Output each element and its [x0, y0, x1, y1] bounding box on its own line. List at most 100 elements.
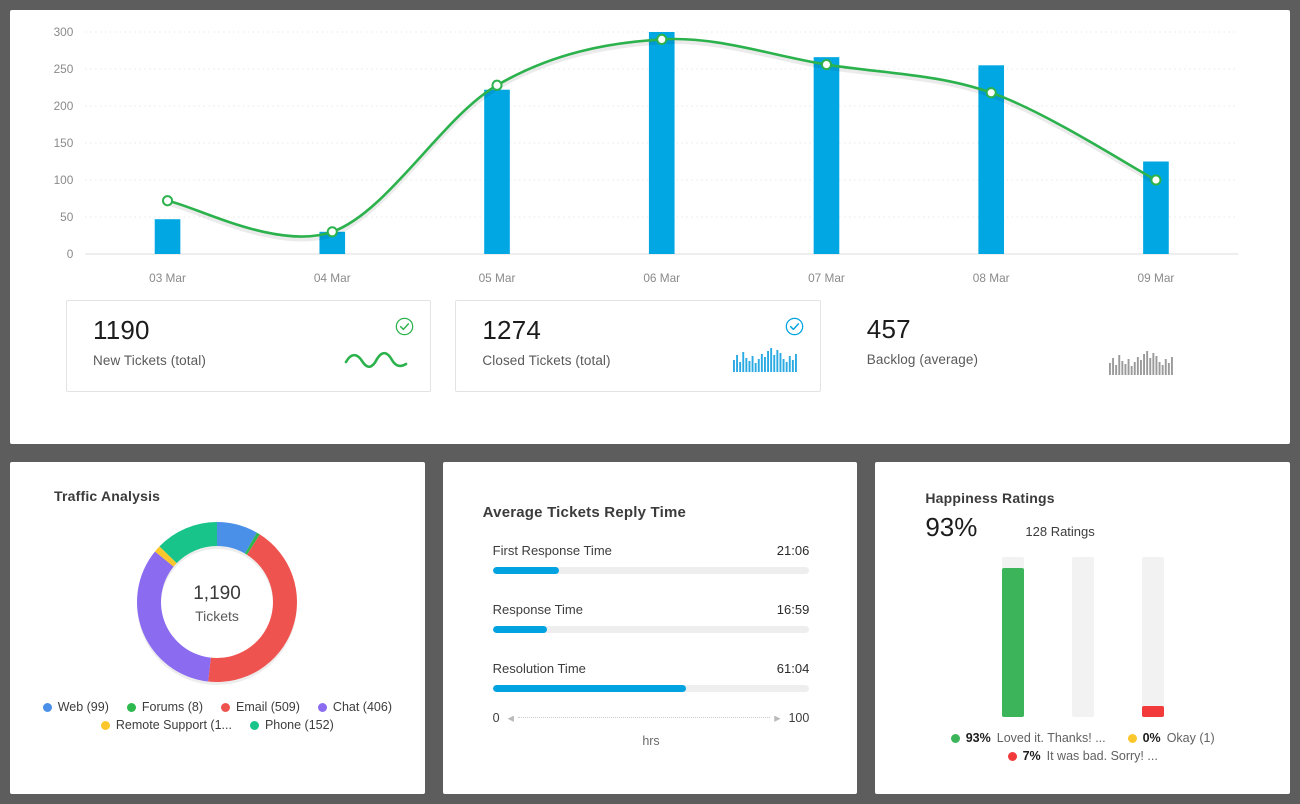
metric-value: 16:59 [776, 602, 810, 617]
legend-item-loved[interactable]: 93% Loved it. Thanks! ... [950, 731, 1106, 745]
legend-color-swatch [317, 702, 327, 712]
happiness-bar-track [1141, 557, 1164, 717]
combo-chart-svg: 0 50 100 150 200 250 300 03 Mar 04 Mar 05 Mar 06 M… [54, 25, 1239, 285]
svg-text:06 Mar: 06 Mar [643, 271, 680, 285]
kpi-card-new-tickets[interactable]: 1190 New Tickets (total) [66, 300, 432, 392]
metric-value: 21:06 [776, 543, 810, 558]
legend-label: Okay (1) [1166, 731, 1215, 745]
sparkline-bars-blue [732, 346, 798, 377]
legend-label: Loved it. Thanks! ... [996, 731, 1106, 745]
legend-label: Email (509) [236, 700, 300, 714]
legend-label: Chat (406) [332, 700, 392, 714]
happiness-legend: 93% Loved it. Thanks! ... 0% Okay (1) 7%… [875, 731, 1290, 763]
donut-chart[interactable]: 1,190 Tickets [10, 510, 425, 694]
panel-title: Average Tickets Reply Time [443, 462, 858, 521]
sparkline-wave [344, 350, 408, 377]
happiness-bar-track [1071, 557, 1094, 717]
happiness-ratings-panel: Happiness Ratings 93% 128 Ratings 93% Lo… [875, 462, 1291, 794]
svg-text:100: 100 [54, 173, 74, 187]
progress-track [492, 685, 810, 692]
legend-color-swatch [950, 733, 960, 743]
svg-text:0: 0 [67, 247, 74, 261]
legend-color-swatch [42, 702, 52, 712]
legend-item[interactable]: Web (99) [42, 700, 109, 714]
progress-track [492, 567, 810, 574]
donut-chart-svg: 1,190 Tickets [137, 522, 298, 685]
reply-time-row-first-response[interactable]: First Response Time 21:06 [492, 543, 810, 574]
legend-item-okay[interactable]: 0% Okay (1) [1127, 731, 1215, 745]
axis-min-label: 0 [492, 710, 500, 725]
svg-text:300: 300 [54, 25, 74, 39]
svg-text:08 Mar: 08 Mar [973, 271, 1010, 285]
legend-item[interactable]: Email (509) [221, 700, 300, 714]
legend-item[interactable]: Phone (152) [249, 718, 334, 732]
dashboard-root: 0 50 100 150 200 250 300 03 Mar 04 Mar 05 Mar 06 M… [0, 0, 1300, 804]
legend-item[interactable]: Remote Support (1... [100, 718, 232, 732]
happiness-summary: 93% 128 Ratings [875, 506, 1290, 543]
happiness-bar-chart[interactable] [875, 557, 1290, 717]
title-word-tickets: Tickets [547, 504, 600, 521]
legend-color-swatch [221, 702, 230, 712]
kpi-value: 1274 [482, 315, 542, 345]
sparkline-bars-gray [1108, 349, 1174, 380]
reply-time-axis: 0 ◂ ▸ 100 [492, 710, 810, 726]
progress-fill [492, 567, 560, 574]
arrow-left-icon: ◂ [507, 711, 514, 725]
reply-time-panel: Average Tickets Reply Time First Respons… [442, 462, 858, 794]
legend-item-bad[interactable]: 7% It was bad. Sorry! ... [1007, 749, 1158, 763]
title-word-reply-time: Reply Time [604, 504, 687, 521]
arrow-right-icon: ▸ [774, 711, 781, 725]
panel-title: Happiness Ratings [925, 490, 1055, 506]
happiness-bar-track [1001, 557, 1024, 717]
axis-max-label: 100 [788, 710, 810, 725]
donut-center-value: 1,190 [194, 583, 242, 604]
happiness-bar-fill [1001, 568, 1024, 717]
metric-label: First Response Time [492, 543, 612, 558]
legend-item[interactable]: Forums (8) [126, 700, 203, 714]
svg-text:05 Mar: 05 Mar [479, 271, 516, 285]
svg-text:150: 150 [54, 136, 74, 150]
svg-text:50: 50 [60, 210, 74, 224]
kpi-value: 1190 [93, 315, 150, 345]
kpi-card-backlog[interactable]: 457 Backlog (average) [845, 300, 1210, 392]
title-word-average: Average [482, 504, 543, 521]
axis-dotted-line [517, 717, 771, 718]
svg-text:200: 200 [54, 99, 74, 113]
kpi-card-closed-tickets[interactable]: 1274 Closed Tickets (total) [455, 300, 821, 392]
metric-value: 61:04 [776, 661, 810, 676]
svg-text:03 Mar: 03 Mar [149, 271, 186, 285]
donut-center-label: Tickets [195, 608, 239, 624]
legend-color-swatch [100, 720, 110, 730]
svg-text:07 Mar: 07 Mar [808, 271, 845, 285]
check-circle-icon [395, 317, 414, 341]
check-circle-icon [785, 317, 804, 341]
legend-color-swatch [1127, 733, 1137, 743]
legend-label: Forums (8) [141, 700, 203, 714]
tickets-combo-chart[interactable]: 0 50 100 150 200 250 300 03 Mar 04 Mar 05 Mar 06 M… [10, 10, 1290, 300]
panel-title: Traffic Analysis [54, 488, 161, 504]
happiness-percent: 93% [925, 512, 978, 542]
legend-percent: 7% [1022, 749, 1041, 763]
kpi-value: 457 [866, 314, 911, 344]
progress-fill [492, 685, 686, 692]
legend-label: It was bad. Sorry! ... [1046, 749, 1158, 763]
reply-time-row-resolution[interactable]: Resolution Time 61:04 [492, 661, 810, 692]
axis-units-label: hrs [642, 734, 660, 748]
kpi-row: 1190 New Tickets (total) 1274 Closed Tic… [10, 300, 1290, 444]
legend-percent: 0% [1142, 731, 1161, 745]
reply-time-row-response[interactable]: Response Time 16:59 [492, 602, 810, 633]
reply-time-list: First Response Time 21:06 Response Time … [443, 521, 858, 748]
svg-text:04 Mar: 04 Mar [314, 271, 351, 285]
svg-text:09 Mar: 09 Mar [1138, 271, 1175, 285]
metric-label: Response Time [492, 602, 583, 617]
tickets-overview-panel: 0 50 100 150 200 250 300 03 Mar 04 Mar 05 Mar 06 M… [10, 10, 1290, 444]
bottom-panels-row: Traffic Analysis 1,190 Tickets Web (99) … [10, 462, 1291, 794]
legend-label: Phone (152) [264, 718, 334, 732]
legend-item[interactable]: Chat (406) [317, 700, 392, 714]
progress-fill [492, 626, 547, 633]
happiness-bar-fill [1141, 705, 1164, 717]
legend-label: Remote Support (1... [115, 718, 232, 732]
legend-label: Web (99) [57, 700, 109, 714]
legend-color-swatch [126, 702, 136, 712]
traffic-legend: Web (99) Forums (8) Email (509) Chat (40… [10, 694, 425, 732]
